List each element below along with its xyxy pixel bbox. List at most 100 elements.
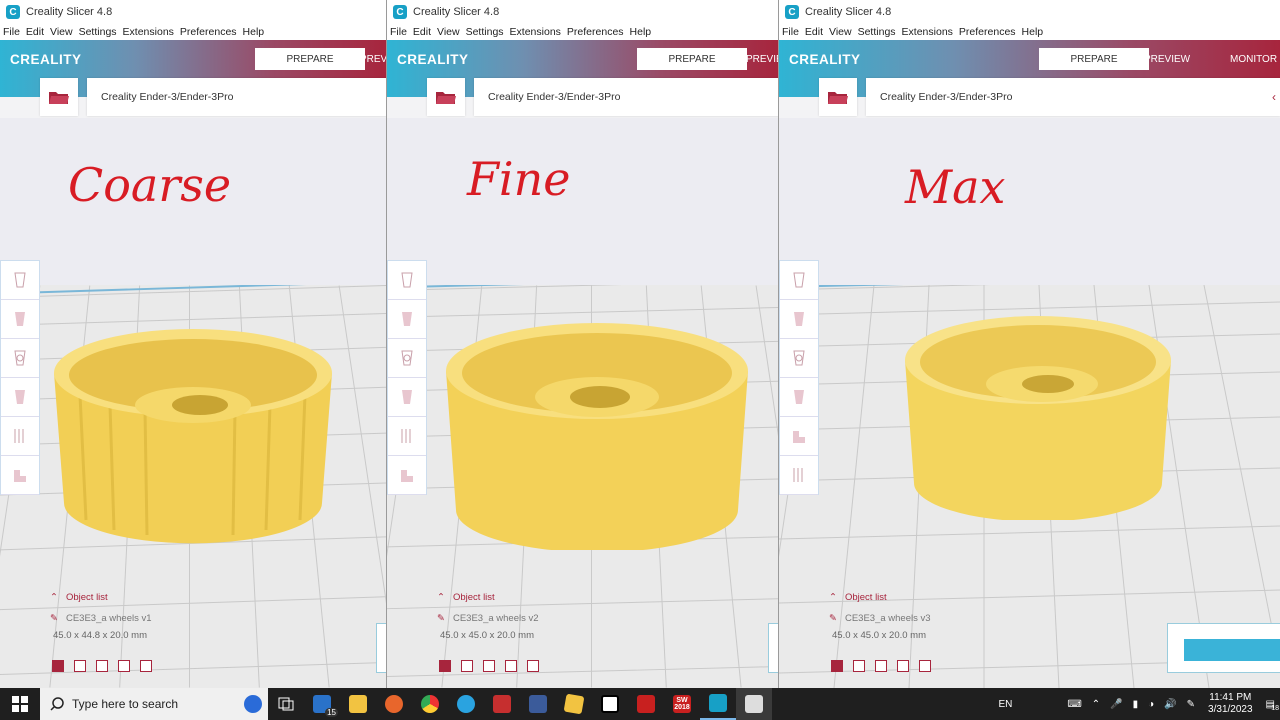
menu-settings[interactable]: Settings: [466, 26, 504, 38]
view-front-icon[interactable]: [74, 660, 86, 672]
package-app[interactable]: [556, 688, 592, 720]
pen-icon[interactable]: ✎: [1187, 699, 1195, 710]
pencil-icon[interactable]: ✎: [50, 613, 58, 624]
bing-icon[interactable]: [244, 695, 262, 713]
object-list-toggle[interactable]: ⌃ Object list: [50, 592, 350, 603]
view-top-icon[interactable]: [483, 660, 495, 672]
menu-view[interactable]: View: [50, 26, 73, 38]
mirror-tool[interactable]: [388, 378, 426, 417]
dictionary-app[interactable]: [520, 688, 556, 720]
battery-icon[interactable]: ▮: [1133, 699, 1139, 710]
object-list-toggle[interactable]: ⌃ Object list: [829, 592, 1129, 603]
menu-file[interactable]: File: [782, 26, 799, 38]
view-top-icon[interactable]: [96, 660, 108, 672]
support-blocker-tool[interactable]: [1, 456, 39, 495]
move-tool[interactable]: [388, 261, 426, 300]
menu-file[interactable]: File: [390, 26, 407, 38]
notification-center[interactable]: ▤ 18: [1266, 699, 1279, 712]
menu-file[interactable]: File: [3, 26, 20, 38]
mirror-tool[interactable]: [1, 378, 39, 417]
open-file-button[interactable]: [40, 78, 78, 116]
scale-tool[interactable]: [388, 300, 426, 339]
menu-settings[interactable]: Settings: [79, 26, 117, 38]
recorder-app[interactable]: [484, 688, 520, 720]
taskbar-search[interactable]: Type here to search: [40, 688, 268, 720]
chevron-left-icon[interactable]: ‹: [1272, 90, 1276, 104]
chrome-app[interactable]: [412, 688, 448, 720]
language-indicator[interactable]: EN: [998, 699, 1012, 710]
support-blocker-tool[interactable]: [780, 417, 818, 456]
volume-icon[interactable]: 🔊: [1164, 699, 1176, 710]
object-list-toggle[interactable]: ⌃ Object list: [437, 592, 737, 603]
file-explorer-app[interactable]: [340, 688, 376, 720]
prepare-tab[interactable]: PREPARE: [637, 48, 747, 70]
menu-extensions[interactable]: Extensions: [123, 26, 174, 38]
slice-button[interactable]: [1184, 639, 1280, 661]
keyboard-icon[interactable]: ⌨: [1067, 699, 1081, 710]
menu-help[interactable]: Help: [630, 26, 652, 38]
view-3d-icon[interactable]: [439, 660, 451, 672]
printer-selector[interactable]: Creality Ender-3/Ender-3Pro: [474, 78, 778, 116]
menu-help[interactable]: Help: [1022, 26, 1044, 38]
support-blocker-tool[interactable]: [388, 456, 426, 495]
printer-selector[interactable]: Creality Ender-3/Ender-3Pro ‹: [866, 78, 1280, 116]
menu-extensions[interactable]: Extensions: [510, 26, 561, 38]
view-left-icon[interactable]: [897, 660, 909, 672]
monitor-tab[interactable]: MONITOR: [1230, 48, 1277, 70]
prepare-tab[interactable]: PREPARE: [1039, 48, 1149, 70]
task-view-button[interactable]: [268, 688, 304, 720]
microphone-icon[interactable]: 🎤: [1110, 699, 1122, 710]
view-3d-icon[interactable]: [831, 660, 843, 672]
wifi-icon[interactable]: ◑: [1148, 699, 1154, 710]
scale-tool[interactable]: [1, 300, 39, 339]
view-left-icon[interactable]: [505, 660, 517, 672]
mail-app[interactable]: 15: [304, 688, 340, 720]
per-model-settings-tool[interactable]: [780, 456, 818, 495]
menu-preferences[interactable]: Preferences: [959, 26, 1016, 38]
menu-preferences[interactable]: Preferences: [567, 26, 624, 38]
preview-tab[interactable]: PREVIEW: [1144, 48, 1190, 70]
preview-tab[interactable]: PREVIE: [746, 48, 778, 70]
view-right-icon[interactable]: [919, 660, 931, 672]
show-hidden-icons-chevron-icon[interactable]: ⌃: [1092, 699, 1100, 710]
view-left-icon[interactable]: [118, 660, 130, 672]
notion-app[interactable]: [592, 688, 628, 720]
view-right-icon[interactable]: [527, 660, 539, 672]
menu-preferences[interactable]: Preferences: [180, 26, 237, 38]
preview-tab[interactable]: PREVIE: [360, 48, 386, 70]
menu-edit[interactable]: Edit: [805, 26, 823, 38]
taskbar-clock[interactable]: 11:41 PM 3/31/2023: [1208, 692, 1253, 716]
menu-edit[interactable]: Edit: [26, 26, 44, 38]
prepare-tab[interactable]: PREPARE: [255, 48, 365, 70]
solidworks-app[interactable]: SW 2018: [664, 688, 700, 720]
rotate-tool[interactable]: [388, 339, 426, 378]
view-front-icon[interactable]: [461, 660, 473, 672]
menu-view[interactable]: View: [829, 26, 852, 38]
pencil-icon[interactable]: ✎: [829, 613, 837, 624]
menu-settings[interactable]: Settings: [858, 26, 896, 38]
menu-edit[interactable]: Edit: [413, 26, 431, 38]
view-3d-icon[interactable]: [52, 660, 64, 672]
move-tool[interactable]: [1, 261, 39, 300]
menu-help[interactable]: Help: [243, 26, 265, 38]
menu-extensions[interactable]: Extensions: [902, 26, 953, 38]
move-tool[interactable]: [780, 261, 818, 300]
open-file-button[interactable]: [819, 78, 857, 116]
menu-view[interactable]: View: [437, 26, 460, 38]
mirror-tool[interactable]: [780, 378, 818, 417]
open-file-button[interactable]: [427, 78, 465, 116]
printer-selector[interactable]: Creality Ender-3/Ender-3Pro: [87, 78, 386, 116]
per-model-settings-tool[interactable]: [1, 417, 39, 456]
rotate-tool[interactable]: [1, 339, 39, 378]
per-model-settings-tool[interactable]: [388, 417, 426, 456]
telegram-app[interactable]: [448, 688, 484, 720]
acrobat-app[interactable]: [628, 688, 664, 720]
scale-tool[interactable]: [780, 300, 818, 339]
rotate-tool[interactable]: [780, 339, 818, 378]
start-button[interactable]: [0, 688, 40, 720]
view-right-icon[interactable]: [140, 660, 152, 672]
clapper-app[interactable]: [736, 688, 772, 720]
creality-slicer-app[interactable]: [700, 688, 736, 720]
firefox-app[interactable]: [376, 688, 412, 720]
view-top-icon[interactable]: [875, 660, 887, 672]
